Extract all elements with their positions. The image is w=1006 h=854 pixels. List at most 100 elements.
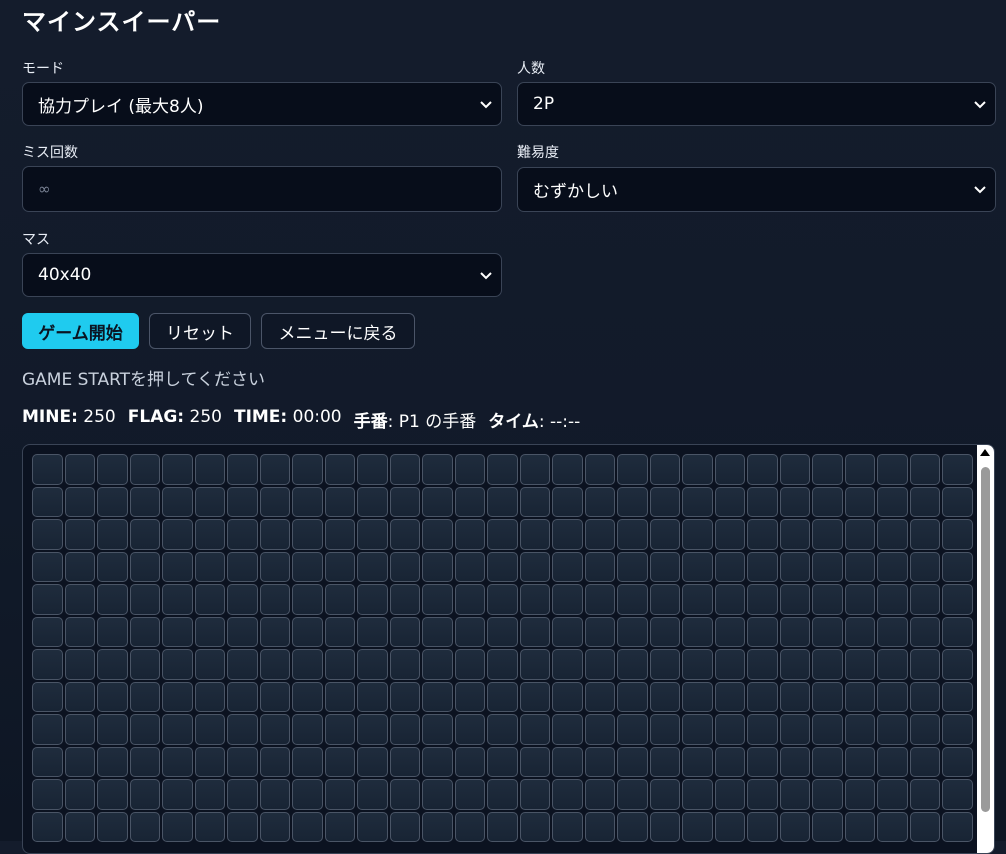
board-cell[interactable]: [649, 551, 680, 582]
board-cell[interactable]: [162, 519, 193, 550]
board-cell[interactable]: [909, 714, 940, 745]
board-cell[interactable]: [584, 486, 615, 517]
board-cell[interactable]: [844, 454, 875, 485]
board-cell[interactable]: [552, 551, 583, 582]
board-cell[interactable]: [64, 746, 95, 777]
board-cell[interactable]: [909, 486, 940, 517]
reset-button[interactable]: リセット: [149, 313, 251, 349]
board-cell[interactable]: [779, 746, 810, 777]
board-cell[interactable]: [64, 649, 95, 680]
board-cell[interactable]: [324, 681, 355, 712]
board-cell[interactable]: [324, 616, 355, 647]
board-cell[interactable]: [97, 584, 128, 615]
board-cell[interactable]: [32, 681, 63, 712]
board-cell[interactable]: [844, 551, 875, 582]
board-cell[interactable]: [162, 551, 193, 582]
board-cell[interactable]: [747, 681, 778, 712]
board-cell[interactable]: [714, 454, 745, 485]
board-cell[interactable]: [454, 681, 485, 712]
board-cell[interactable]: [487, 454, 518, 485]
board-cell[interactable]: [389, 551, 420, 582]
board-cell[interactable]: [357, 519, 388, 550]
board-cell[interactable]: [812, 519, 843, 550]
board-cell[interactable]: [324, 584, 355, 615]
board-cell[interactable]: [292, 779, 323, 810]
board-cell[interactable]: [129, 616, 160, 647]
board-cell[interactable]: [877, 584, 908, 615]
board-cell[interactable]: [422, 616, 453, 647]
board-cell[interactable]: [357, 551, 388, 582]
board-cell[interactable]: [292, 681, 323, 712]
board-cell[interactable]: [877, 681, 908, 712]
board-cell[interactable]: [519, 551, 550, 582]
board-cell[interactable]: [714, 551, 745, 582]
board-cell[interactable]: [32, 486, 63, 517]
board-cell[interactable]: [779, 714, 810, 745]
board-cell[interactable]: [129, 454, 160, 485]
board-cell[interactable]: [32, 454, 63, 485]
board-cell[interactable]: [389, 811, 420, 842]
board-cell[interactable]: [32, 746, 63, 777]
board-cell[interactable]: [584, 811, 615, 842]
board-cell[interactable]: [747, 519, 778, 550]
board-cell[interactable]: [389, 681, 420, 712]
board-cell[interactable]: [194, 681, 225, 712]
board-cell[interactable]: [259, 519, 290, 550]
board-cell[interactable]: [259, 681, 290, 712]
board-cell[interactable]: [227, 584, 258, 615]
board-cell[interactable]: [812, 551, 843, 582]
scrollbar-thumb[interactable]: [981, 467, 990, 812]
scroll-up-icon[interactable]: [980, 449, 990, 456]
board-cell[interactable]: [422, 486, 453, 517]
board-cell[interactable]: [682, 714, 713, 745]
board-cell[interactable]: [422, 746, 453, 777]
board-cell[interactable]: [194, 811, 225, 842]
board-cell[interactable]: [162, 486, 193, 517]
board-cell[interactable]: [844, 714, 875, 745]
board-cell[interactable]: [649, 616, 680, 647]
board-cell[interactable]: [877, 486, 908, 517]
board-cell[interactable]: [194, 649, 225, 680]
board-cell[interactable]: [714, 811, 745, 842]
board-cell[interactable]: [584, 714, 615, 745]
board-cell[interactable]: [584, 519, 615, 550]
board-cell[interactable]: [227, 616, 258, 647]
board-cell[interactable]: [454, 454, 485, 485]
board-cell[interactable]: [747, 649, 778, 680]
board-cell[interactable]: [357, 584, 388, 615]
board-cell[interactable]: [909, 616, 940, 647]
board-cell[interactable]: [714, 746, 745, 777]
board-cell[interactable]: [389, 454, 420, 485]
board-cell[interactable]: [162, 649, 193, 680]
board-cell[interactable]: [812, 746, 843, 777]
board-cell[interactable]: [682, 779, 713, 810]
board-cell[interactable]: [259, 649, 290, 680]
board-cell[interactable]: [259, 454, 290, 485]
board-cell[interactable]: [877, 649, 908, 680]
board-cell[interactable]: [292, 714, 323, 745]
board-cell[interactable]: [812, 714, 843, 745]
board-cell[interactable]: [454, 746, 485, 777]
board-cell[interactable]: [942, 681, 973, 712]
board-cell[interactable]: [649, 746, 680, 777]
board-cell[interactable]: [422, 714, 453, 745]
board-cell[interactable]: [64, 681, 95, 712]
board-cell[interactable]: [97, 616, 128, 647]
difficulty-select[interactable]: むずかしい: [517, 167, 996, 212]
board-cell[interactable]: [617, 649, 648, 680]
board-cell[interactable]: [649, 454, 680, 485]
board-cell[interactable]: [487, 811, 518, 842]
board-cell[interactable]: [649, 649, 680, 680]
board-cell[interactable]: [227, 649, 258, 680]
board-cell[interactable]: [747, 551, 778, 582]
board-cell[interactable]: [162, 746, 193, 777]
board-cell[interactable]: [942, 454, 973, 485]
board-cell[interactable]: [519, 486, 550, 517]
board-cell[interactable]: [584, 616, 615, 647]
board-cell[interactable]: [162, 714, 193, 745]
board-cell[interactable]: [454, 519, 485, 550]
board-cell[interactable]: [877, 616, 908, 647]
board-cell[interactable]: [324, 551, 355, 582]
board-cell[interactable]: [649, 681, 680, 712]
board-cell[interactable]: [97, 551, 128, 582]
